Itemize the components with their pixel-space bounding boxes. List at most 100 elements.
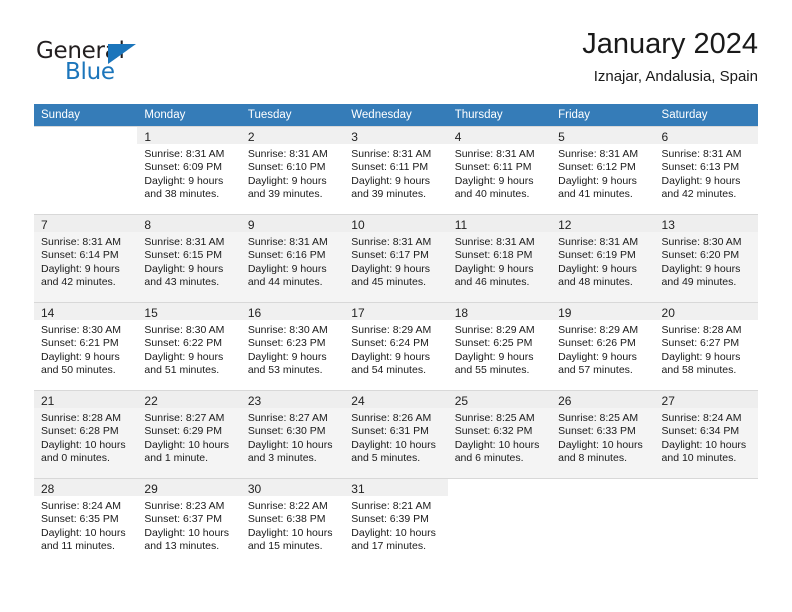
day-number: 14 [41,306,55,320]
day-cell-inner [654,478,758,566]
day-number-bar: 16 [240,303,345,320]
day-cell-inner: 22 Sunrise: 8:27 AM Sunset: 6:29 PM Dayligh… [137,390,241,478]
sunset-line: Sunset: 6:21 PM [41,337,119,350]
day-details: Sunrise: 8:30 AM Sunset: 6:22 PM Daylight:… [137,320,240,378]
sunset-line: Sunset: 6:23 PM [247,337,326,350]
calendar-day-cell[interactable]: 11 Sunrise: 8:31 AM Sunset: 6:18 PM Dayligh… [447,214,552,302]
calendar-day-cell[interactable]: 14 Sunrise: 8:30 AM Sunset: 6:21 PM Dayligh… [34,302,138,390]
day-cell-inner: 14 Sunrise: 8:30 AM Sunset: 6:21 PM Dayligh… [34,302,138,390]
calendar-day-cell[interactable]: 30 Sunrise: 8:22 AM Sunset: 6:38 PM Dayligh… [240,478,345,566]
calendar-day-cell[interactable]: 28 Sunrise: 8:24 AM Sunset: 6:35 PM Dayligh… [34,478,138,566]
daylight-line: Daylight: 10 hours [558,438,643,451]
calendar-day-cell-empty [34,126,138,214]
daylight-line: Daylight: 9 hours [144,262,224,275]
day-number: 8 [144,218,152,232]
sunset-line: Sunset: 6:29 PM [144,425,223,438]
sunrise-line: Sunrise: 8:29 AM [351,324,432,336]
sunset-line: Sunset: 6:38 PM [247,513,326,526]
day-number: 18 [454,306,469,320]
daylight-line-cont: and 45 minutes. [351,276,426,289]
weekday-header-row: Sunday Monday Tuesday Wednesday Thursday Frid… [34,104,758,126]
day-number: 17 [351,306,365,320]
calendar-day-cell[interactable]: 15 Sunrise: 8:30 AM Sunset: 6:22 PM Dayligh… [137,302,241,390]
day-details: Sunrise: 8:31 AM Sunset: 6:11 PM Daylight:… [448,144,551,202]
calendar-day-cell[interactable]: 25 Sunrise: 8:25 AM Sunset: 6:32 PM Dayligh… [447,390,552,478]
calendar-day-cell[interactable]: 22 Sunrise: 8:27 AM Sunset: 6:29 PM Dayligh… [137,390,241,478]
calendar-day-cell[interactable]: 18 Sunrise: 8:29 AM Sunset: 6:25 PM Dayligh… [447,302,552,390]
calendar-day-cell[interactable]: 7 Sunrise: 8:31 AM Sunset: 6:14 PM Daylight… [34,214,138,302]
day-number: 5 [558,130,565,144]
sunrise-line: Sunrise: 8:27 AM [247,412,328,424]
day-cell-inner: 17 Sunrise: 8:29 AM Sunset: 6:24 PM Dayligh… [344,302,448,390]
day-number: 23 [247,394,262,408]
daylight-line-cont: and 41 minutes. [558,188,633,201]
daylight-line: Daylight: 9 hours [558,350,637,363]
daylight-line-cont: and 0 minutes. [41,452,110,465]
day-number: 3 [351,130,358,144]
day-number-bar: 5 [551,127,655,144]
calendar-day-cell[interactable]: 9 Sunrise: 8:31 AM Sunset: 6:16 PM Daylight… [240,214,345,302]
calendar-day-cell[interactable]: 3 Sunrise: 8:31 AM Sunset: 6:11 PM Daylight… [344,126,448,214]
calendar-day-cell[interactable]: 12 Sunrise: 8:31 AM Sunset: 6:19 PM Dayligh… [551,214,655,302]
calendar-week-row: 7 Sunrise: 8:31 AM Sunset: 6:14 PM Daylight… [34,214,758,302]
calendar-day-cell[interactable]: 6 Sunrise: 8:31 AM Sunset: 6:13 PM Daylight… [654,126,758,214]
sunset-line: Sunset: 6:19 PM [558,249,636,262]
day-cell-inner: 4 Sunrise: 8:31 AM Sunset: 6:11 PM Daylight… [447,126,552,214]
sunrise-line: Sunrise: 8:23 AM [144,500,225,512]
sunset-line: Sunset: 6:16 PM [247,249,326,262]
logo-text-blue: Blue [65,59,115,85]
day-cell-inner: 24 Sunrise: 8:26 AM Sunset: 6:31 PM Dayligh… [344,390,448,478]
calendar-day-cell[interactable]: 17 Sunrise: 8:29 AM Sunset: 6:24 PM Dayligh… [344,302,448,390]
daylight-line-cont: and 50 minutes. [41,364,116,377]
sunrise-line: Sunrise: 8:31 AM [454,236,535,248]
day-cell-inner: 23 Sunrise: 8:27 AM Sunset: 6:30 PM Dayligh… [240,390,345,478]
calendar-day-cell[interactable]: 20 Sunrise: 8:28 AM Sunset: 6:27 PM Dayligh… [654,302,758,390]
day-number-bar: 21 [34,391,138,408]
daylight-line: Daylight: 9 hours [247,174,327,187]
day-cell-inner: 21 Sunrise: 8:28 AM Sunset: 6:28 PM Dayligh… [34,390,138,478]
sunrise-line: Sunrise: 8:24 AM [41,500,121,512]
calendar-page: General Blue January 2024 Iznajar, Andal… [0,0,792,612]
calendar-day-cell[interactable]: 4 Sunrise: 8:31 AM Sunset: 6:11 PM Daylight… [447,126,552,214]
day-number: 28 [41,482,55,496]
day-details: Sunrise: 8:31 AM Sunset: 6:14 PM Daylight:… [34,232,137,290]
sunrise-line: Sunrise: 8:31 AM [144,236,225,248]
calendar-day-cell[interactable]: 23 Sunrise: 8:27 AM Sunset: 6:30 PM Dayligh… [240,390,345,478]
calendar-day-cell[interactable]: 1 Sunrise: 8:31 AM Sunset: 6:09 PM Daylight… [137,126,241,214]
daylight-line-cont: and 13 minutes. [144,540,220,553]
day-cell-inner: 2 Sunrise: 8:31 AM Sunset: 6:10 PM Daylight… [240,126,345,214]
day-details: Sunrise: 8:31 AM Sunset: 6:11 PM Daylight:… [344,144,447,202]
sunrise-line: Sunrise: 8:25 AM [454,412,535,424]
calendar-day-cell[interactable]: 21 Sunrise: 8:28 AM Sunset: 6:28 PM Dayligh… [34,390,138,478]
calendar-day-cell[interactable]: 19 Sunrise: 8:29 AM Sunset: 6:26 PM Dayligh… [551,302,655,390]
calendar-day-cell[interactable]: 29 Sunrise: 8:23 AM Sunset: 6:37 PM Dayligh… [137,478,241,566]
day-number-bar: 26 [551,391,655,408]
day-number: 24 [351,394,365,408]
calendar-day-cell[interactable]: 5 Sunrise: 8:31 AM Sunset: 6:12 PM Daylight… [551,126,655,214]
sunset-line: Sunset: 6:27 PM [661,337,740,350]
calendar-day-cell[interactable]: 13 Sunrise: 8:30 AM Sunset: 6:20 PM Dayligh… [654,214,758,302]
calendar-day-cell[interactable]: 8 Sunrise: 8:31 AM Sunset: 6:15 PM Daylight… [137,214,241,302]
calendar-day-cell[interactable]: 10 Sunrise: 8:31 AM Sunset: 6:17 PM Dayligh… [344,214,448,302]
calendar-day-cell[interactable]: 31 Sunrise: 8:21 AM Sunset: 6:39 PM Dayligh… [344,478,448,566]
sunrise-line: Sunrise: 8:31 AM [558,236,639,248]
daylight-line-cont: and 40 minutes. [454,188,530,201]
sunset-line: Sunset: 6:17 PM [351,249,429,262]
day-number: 27 [661,394,675,408]
sunrise-line: Sunrise: 8:31 AM [351,148,432,160]
sunset-line: Sunset: 6:25 PM [454,337,533,350]
calendar-day-cell[interactable]: 16 Sunrise: 8:30 AM Sunset: 6:23 PM Dayligh… [240,302,345,390]
calendar-day-cell[interactable]: 26 Sunrise: 8:25 AM Sunset: 6:33 PM Dayligh… [551,390,655,478]
sunrise-line: Sunrise: 8:24 AM [661,412,742,424]
day-number-bar: 8 [137,215,241,232]
day-cell-inner: 6 Sunrise: 8:31 AM Sunset: 6:13 PM Daylight… [654,126,758,214]
calendar-day-cell[interactable]: 24 Sunrise: 8:26 AM Sunset: 6:31 PM Dayligh… [344,390,448,478]
daylight-line-cont: and 15 minutes. [247,540,323,553]
daylight-line: Daylight: 9 hours [454,174,534,187]
sunrise-line: Sunrise: 8:31 AM [454,148,535,160]
calendar-day-cell[interactable]: 2 Sunrise: 8:31 AM Sunset: 6:10 PM Daylight… [240,126,345,214]
calendar-day-cell[interactable]: 27 Sunrise: 8:24 AM Sunset: 6:34 PM Dayligh… [654,390,758,478]
daylight-line-cont: and 17 minutes. [351,540,426,553]
calendar-day-cell-empty [447,478,552,566]
day-number: 16 [247,306,262,320]
